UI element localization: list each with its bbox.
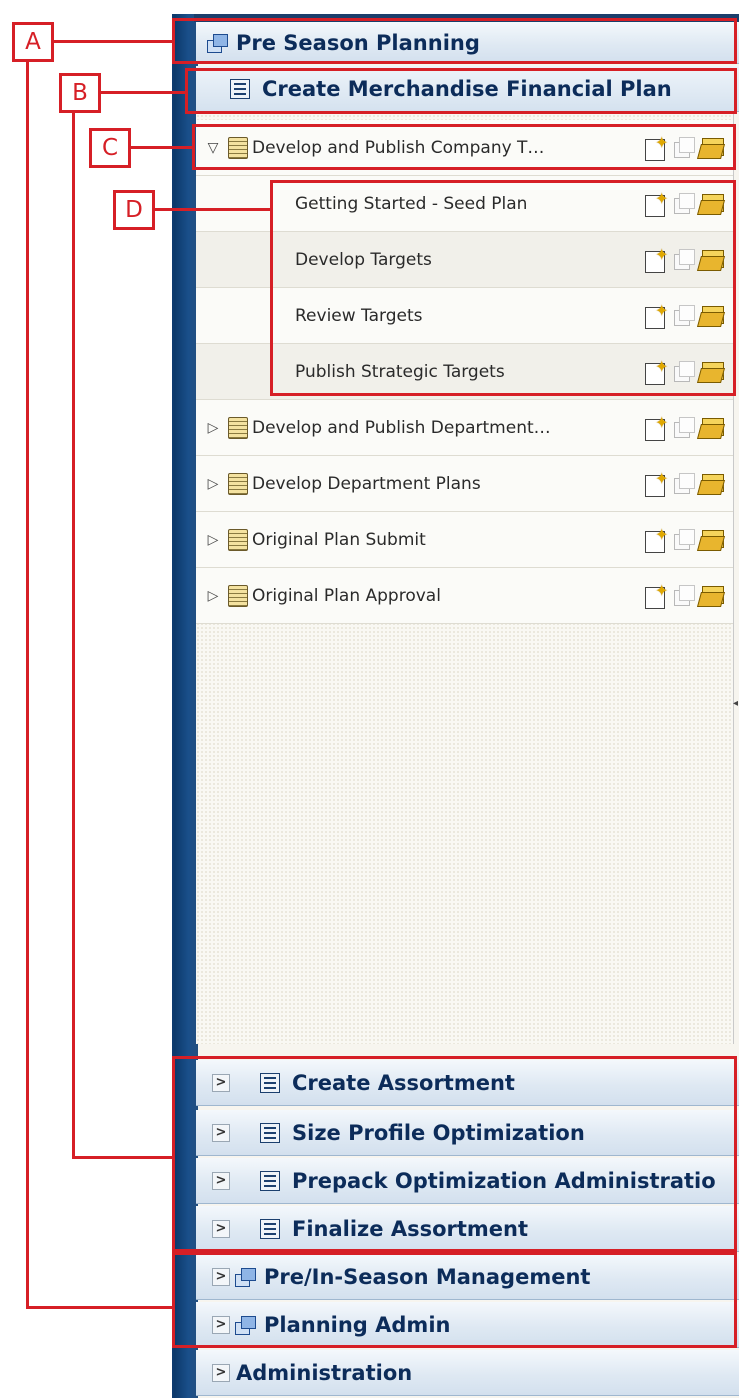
administration-bar[interactable]: > Administration	[196, 1350, 739, 1396]
tree-row-label: Original Plan Submit	[252, 529, 426, 550]
notepad-icon	[228, 584, 248, 607]
callout-label-b: B	[59, 73, 101, 113]
tree-row-label: Develop Department Plans	[252, 473, 481, 494]
tree-row-plan-submit[interactable]: ▷ Original Plan Submit ✦	[196, 512, 733, 568]
triangle-right-icon[interactable]: ▷	[204, 476, 222, 492]
callout-box-d	[270, 180, 736, 396]
new-document-icon[interactable]: ✦	[643, 525, 669, 553]
row-actions: ✦	[643, 413, 726, 441]
notepad-icon	[228, 472, 248, 495]
new-document-icon[interactable]: ✦	[643, 413, 669, 441]
callout-box-c	[192, 124, 736, 170]
triangle-right-icon[interactable]: ▷	[204, 420, 222, 436]
callout-box-b-top	[185, 68, 737, 114]
callout-line-c	[131, 146, 194, 149]
callout-line-a	[26, 1306, 174, 1309]
open-folder-icon[interactable]	[696, 584, 726, 607]
splitter-arrow-icon[interactable]: ◂	[733, 698, 739, 712]
callout-line-b	[72, 110, 75, 1158]
new-document-icon[interactable]: ✦	[643, 469, 669, 497]
pages-disabled-icon	[673, 416, 695, 438]
callout-box-a-bottom	[172, 1252, 737, 1348]
open-folder-icon[interactable]	[696, 472, 726, 495]
callout-line-a	[54, 40, 174, 43]
callout-line-d	[155, 208, 272, 211]
callout-label-d: D	[113, 190, 155, 230]
tree-row-department-targets[interactable]: ▷ Develop and Publish Department… ✦	[196, 400, 733, 456]
row-actions: ✦	[643, 581, 726, 609]
callout-line-b	[72, 1156, 174, 1159]
open-folder-icon[interactable]	[696, 528, 726, 551]
open-folder-icon[interactable]	[696, 416, 726, 439]
pages-disabled-icon	[673, 472, 695, 494]
callout-box-a-top	[172, 18, 737, 64]
tree-row-label: Original Plan Approval	[252, 585, 441, 606]
notepad-icon	[228, 528, 248, 551]
callout-label-c: C	[89, 128, 131, 168]
callout-label-a: A	[12, 22, 54, 62]
chevron-right-icon[interactable]: >	[212, 1363, 230, 1382]
notepad-icon	[228, 416, 248, 439]
row-actions: ✦	[643, 525, 726, 553]
pages-disabled-icon	[673, 584, 695, 606]
callout-line-a	[26, 60, 29, 1308]
triangle-right-icon[interactable]: ▷	[204, 588, 222, 604]
callout-box-b-bottom	[172, 1056, 737, 1252]
pages-disabled-icon	[673, 528, 695, 550]
triangle-right-icon[interactable]: ▷	[204, 532, 222, 548]
administration-label: Administration	[236, 1360, 413, 1385]
callout-line-b	[101, 91, 187, 94]
new-document-icon[interactable]: ✦	[643, 581, 669, 609]
tree-row-department-plans[interactable]: ▷ Develop Department Plans ✦	[196, 456, 733, 512]
row-actions: ✦	[643, 469, 726, 497]
tree-row-label: Develop and Publish Department…	[252, 417, 551, 438]
tree-row-plan-approval[interactable]: ▷ Original Plan Approval ✦	[196, 568, 733, 624]
